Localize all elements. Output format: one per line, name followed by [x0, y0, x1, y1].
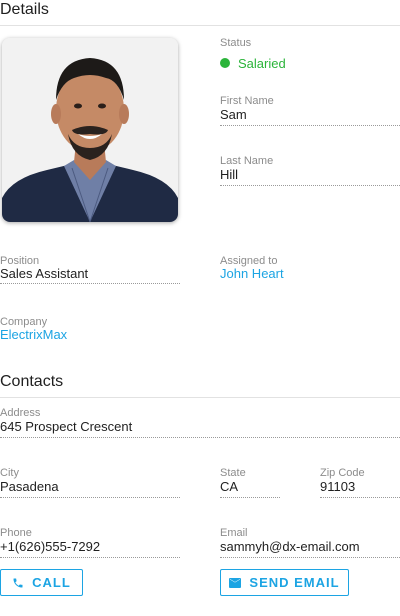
contacts-divider	[0, 397, 400, 398]
last-name-label: Last Name	[220, 155, 274, 167]
phone-underline	[0, 557, 180, 558]
send-email-button-label: SEND EMAIL	[249, 575, 340, 590]
address-underline	[0, 437, 400, 438]
details-divider	[0, 25, 400, 26]
email-label: Email	[220, 527, 248, 539]
first-name-label: First Name	[220, 95, 274, 107]
city-label: City	[0, 467, 19, 479]
address-label: Address	[0, 407, 41, 419]
contacts-title: Contacts	[0, 373, 64, 390]
status-indicator	[220, 58, 230, 68]
details-title: Details	[0, 1, 49, 18]
state-underline	[220, 497, 280, 498]
email-value: sammyh@dx-email.com	[220, 539, 360, 554]
state-label: State	[220, 467, 246, 479]
phone-label: Phone	[0, 527, 32, 539]
email-underline	[220, 557, 400, 558]
assigned-link[interactable]: John Heart	[220, 266, 284, 281]
company-link[interactable]: ElectrixMax	[0, 327, 67, 342]
first-name-underline	[220, 125, 400, 126]
address-value: 645 Prospect Crescent	[0, 419, 133, 434]
envelope-icon	[229, 577, 242, 588]
position-value: Sales Assistant	[0, 266, 89, 281]
call-button[interactable]: CALL	[0, 569, 83, 596]
status-label: Status	[220, 37, 252, 49]
person-photo-icon	[2, 38, 178, 222]
last-name-value: Hill	[220, 167, 239, 182]
phone-value: +1(626)555-7292	[0, 539, 101, 554]
position-underline	[0, 283, 180, 284]
call-button-label: CALL	[32, 575, 71, 590]
city-value: Pasadena	[0, 479, 59, 494]
status-value: Salaried	[238, 56, 286, 71]
zip-underline	[320, 497, 400, 498]
phone-icon	[13, 578, 23, 587]
send-email-button[interactable]: SEND EMAIL	[220, 569, 349, 596]
last-name-underline	[220, 185, 400, 186]
state-value: CA	[220, 479, 239, 494]
city-underline	[0, 497, 180, 498]
employee-photo	[2, 38, 178, 222]
zip-value: 91103	[320, 479, 356, 494]
zip-label: Zip Code	[320, 467, 365, 479]
first-name-value: Sam	[220, 107, 247, 122]
